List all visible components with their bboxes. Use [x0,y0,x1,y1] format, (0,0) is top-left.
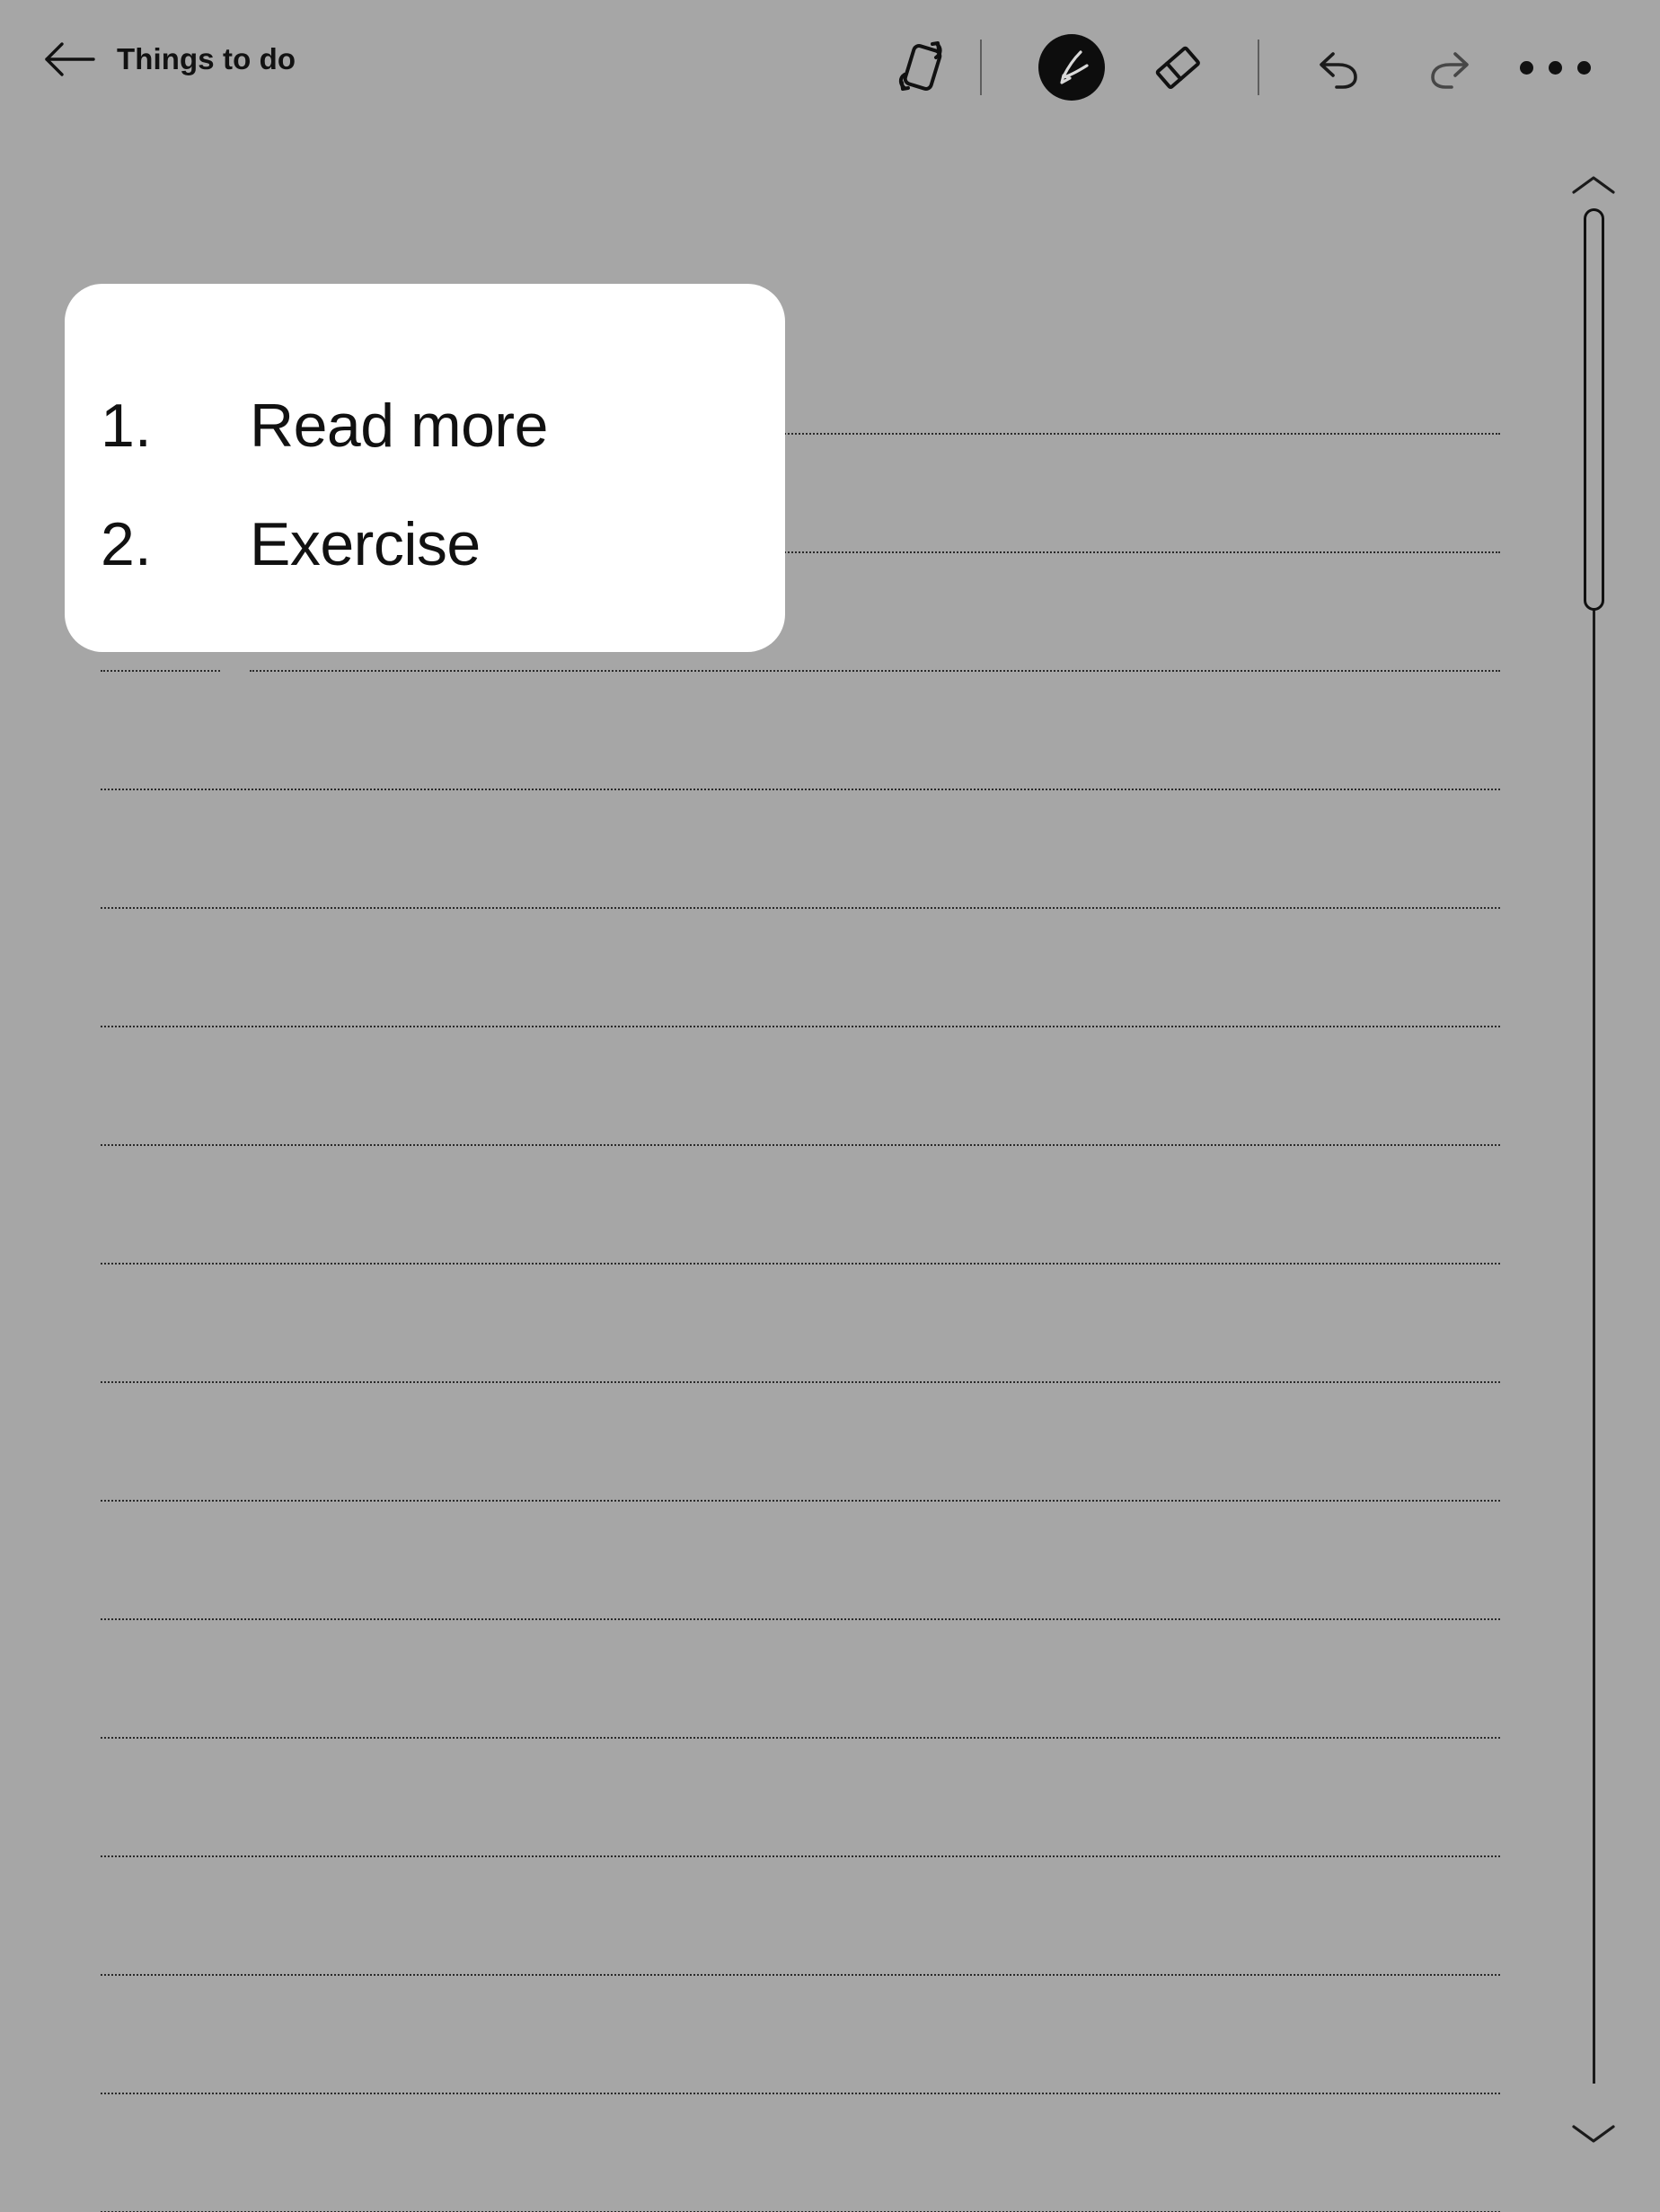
dot [1520,61,1533,75]
rule-line [101,1263,1500,1265]
rule-line [101,1500,1500,1502]
eraser-icon[interactable] [1141,31,1214,104]
pen-icon[interactable] [1035,31,1108,104]
chevron-up-icon[interactable] [1570,172,1617,199]
chevron-down-icon[interactable] [1570,2119,1617,2146]
list-item[interactable]: 2. Exercise [101,463,481,582]
list-item[interactable]: 1. Read more [101,345,548,463]
rule-line [101,2093,1500,2094]
page-title: Things to do [117,41,296,77]
dot [1549,61,1562,75]
more-options-icon[interactable] [1518,31,1592,104]
list-item-text: Exercise [250,507,481,582]
scrollbar[interactable] [1527,135,1660,2212]
back-arrow-icon[interactable] [43,41,95,77]
note-card[interactable]: 1. Read more 2. Exercise [65,284,785,652]
rule-line [101,1026,1500,1027]
rule-line [101,1974,1500,1976]
toolbar-divider-left [980,40,982,95]
redo-icon[interactable] [1410,31,1484,104]
app-toolbar: Things to do [0,0,1660,135]
rule-line-text-column [250,670,1500,672]
notes-app-window: Things to do [0,0,1660,2212]
list-item-number: 1. [101,388,250,463]
pen-active-indicator [1038,34,1105,101]
undo-icon[interactable] [1304,31,1378,104]
scrollbar-thumb[interactable] [1584,208,1604,611]
tool-group [862,0,1660,135]
rule-line [101,1618,1500,1620]
rule-line [101,789,1500,790]
rule-line-number-column [101,670,220,672]
rule-line [101,1737,1500,1739]
list-item-text: Read more [250,388,548,463]
more-options-dots [1520,61,1591,75]
rule-line [101,1144,1500,1146]
rule-line [101,1855,1500,1857]
toolbar-divider-right [1258,40,1259,95]
title-group: Things to do [43,41,296,77]
rule-line [101,1381,1500,1383]
rotate-screen-icon[interactable] [885,31,958,104]
dot [1577,61,1591,75]
list-item-number: 2. [101,507,250,582]
rule-line [101,907,1500,909]
